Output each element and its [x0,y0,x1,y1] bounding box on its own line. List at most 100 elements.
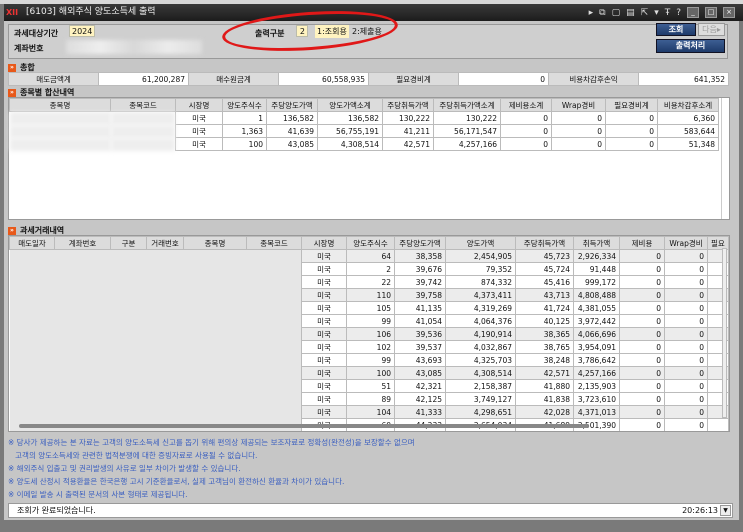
column-header[interactable]: 시장명 [175,98,223,112]
account-input[interactable] [66,40,202,54]
table-row[interactable]: 미국 102 39,537 4,032,867 38,765 3,954,091 0 0 [9,340,729,354]
column-header[interactable]: 양도주식수 [346,236,395,250]
cell: 미국 [301,327,347,341]
table-row[interactable]: 미국 104 41,333 4,298,651 42,028 4,371,013 0 0 [9,405,729,419]
cell: 1 [222,111,267,125]
table-row[interactable]: 미국 89 42,125 3,749,127 41,838 3,723,610 0 0 [9,392,729,406]
dropdown-icon[interactable]: ▼ [720,505,731,516]
window-icon[interactable]: ▢ [612,8,621,18]
column-header[interactable]: 양도주식수 [222,98,267,112]
table-row[interactable]: 미국 51 42,321 2,158,387 41,880 2,135,903 0 0 [9,379,729,393]
cell: 43,693 [394,353,446,367]
cell: 41,211 [382,124,434,138]
column-header[interactable]: 시장명 [301,236,347,250]
column-header[interactable]: 종목코드 [246,236,302,250]
cell: 41,333 [394,405,446,419]
table-row[interactable]: 미국 22 39,742 874,332 45,416 999,172 0 0 [9,275,729,289]
column-header[interactable]: 필요경비계 [605,98,658,112]
cell: 0 [664,340,708,354]
column-header[interactable]: 주당양도가액 [266,98,318,112]
arrow-icon[interactable]: ▾ [654,8,659,18]
print-icon[interactable]: ▤ [626,8,635,18]
table-row[interactable]: 미국 106 39,536 4,190,914 38,365 4,066,696 0 0 [9,327,729,341]
print-button[interactable]: 출력처리 [656,39,725,53]
redacted-cell [54,405,111,419]
cell: 미국 [301,340,347,354]
maximize-button[interactable]: □ [705,7,717,18]
column-header[interactable]: 종목명 [9,98,111,112]
column-header[interactable]: 주당양도가액 [394,236,446,250]
search-button[interactable]: 조회 [656,23,696,36]
redacted-cell [54,288,111,302]
column-header[interactable]: 종목코드 [110,98,176,112]
column-header[interactable]: 양도가액 [445,236,516,250]
cell: 0 [619,288,665,302]
column-header[interactable]: 종목명 [183,236,247,250]
table-row[interactable]: 미국 100 43,085 4,308,514 42,571 4,257,166 0 0 0 51… [9,137,719,151]
period-input[interactable]: 2024 [69,25,96,37]
column-header[interactable]: 계좌번호 [54,236,111,250]
table-row[interactable]: 미국 105 41,135 4,319,269 41,724 4,381,055 0 0 [9,301,729,315]
cell: 136,582 [317,111,383,125]
redacted-cell [246,301,302,315]
vertical-scrollbar[interactable] [722,248,727,418]
column-header[interactable]: 비용차감후소계 [657,98,719,112]
table-row[interactable]: 미국9944,2294,378,75539,9233,952,38100 [10,432,729,433]
help-icon[interactable]: ? [676,8,681,18]
column-header[interactable]: 매도일자 [9,236,55,250]
column-header[interactable]: 구분 [110,236,147,250]
table-row[interactable]: 미국 99 43,693 4,325,703 38,248 3,786,642 0 0 [9,353,729,367]
table-row[interactable]: 미국 100 43,085 4,308,514 42,571 4,257,166 0 0 [9,366,729,380]
table-row[interactable]: 미국 99 41,054 4,064,376 40,125 3,972,442 0 0 [9,314,729,328]
redacted-cell [183,314,247,328]
redacted-cell [110,262,147,276]
cell: 51 [346,379,395,393]
column-header[interactable]: 주당취득가액 [515,236,574,250]
cell: 0 [619,301,665,315]
column-header[interactable]: Wrap경비 [664,236,708,250]
redacted-cell [9,327,55,341]
redacted-cell [183,288,247,302]
column-header[interactable]: 거래번호 [146,236,184,250]
column-header[interactable]: Wrap경비 [551,98,606,112]
next-button[interactable]: 다음▸ [698,23,725,36]
table-row[interactable]: 미국 64 38,358 2,454,905 45,723 2,926,334 0 0 [9,249,729,263]
minimize-button[interactable]: _ [687,7,699,18]
tool-icon[interactable]: Ŧ [665,8,671,18]
column-header[interactable]: 주당취득가액 [382,98,434,112]
cell: 3,954,091 [573,340,620,354]
redacted-cell [10,432,55,433]
cell: 45,724 [515,262,574,276]
table-row[interactable]: 미국 110 39,758 4,373,411 43,713 4,808,488 0 0 [9,288,729,302]
window-title: [6103] 해외주식 양도소득세 출력 [26,7,156,17]
redacted-cell [246,366,302,380]
table-row[interactable]: 미국 1,363 41,639 56,755,191 41,211 56,171,547 0… [9,124,719,138]
column-header[interactable]: 양도가액소계 [317,98,383,112]
redacted-cell [183,275,247,289]
close-button[interactable]: × [723,7,735,18]
column-header[interactable]: 취득가액 [573,236,620,250]
cell: 4,257,166 [433,137,501,151]
table-row[interactable]: 미국 1 136,582 136,582 130,222 130,222 0 0 0 6,360 [9,111,719,125]
notes: ※ 당사가 제공하는 본 자료는 고객의 양도소득세 신고를 돕기 위해 편의상… [8,436,728,501]
column-header[interactable]: 주당취득가액소계 [433,98,501,112]
cell: 0 [664,262,708,276]
redacted-cell [183,340,247,354]
redacted-cell [246,353,302,367]
horizontal-scrollbar[interactable] [19,424,589,428]
cell: 0 [619,418,665,431]
table-row[interactable]: 미국 2 39,676 79,352 45,724 91,448 0 0 [9,262,729,276]
cell: 0 [619,249,665,263]
link-icon[interactable]: ⧉ [599,8,605,18]
cell: 41,724 [515,301,574,315]
redacted-cell [183,379,247,393]
scrollbar[interactable] [721,98,727,219]
share-icon[interactable]: ⇱ [641,8,649,18]
column-header[interactable]: 제비용 [619,236,665,250]
column-header[interactable]: 제비용소계 [500,98,552,112]
redacted-cell [9,262,55,276]
pin-icon[interactable]: ▸ [589,8,594,18]
note: ※ 해외주식 입출고 및 권리발생의 사유로 일부 차이가 발생할 수 있습니다… [8,464,241,473]
redacted-cell [110,366,147,380]
cell: 110 [346,288,395,302]
